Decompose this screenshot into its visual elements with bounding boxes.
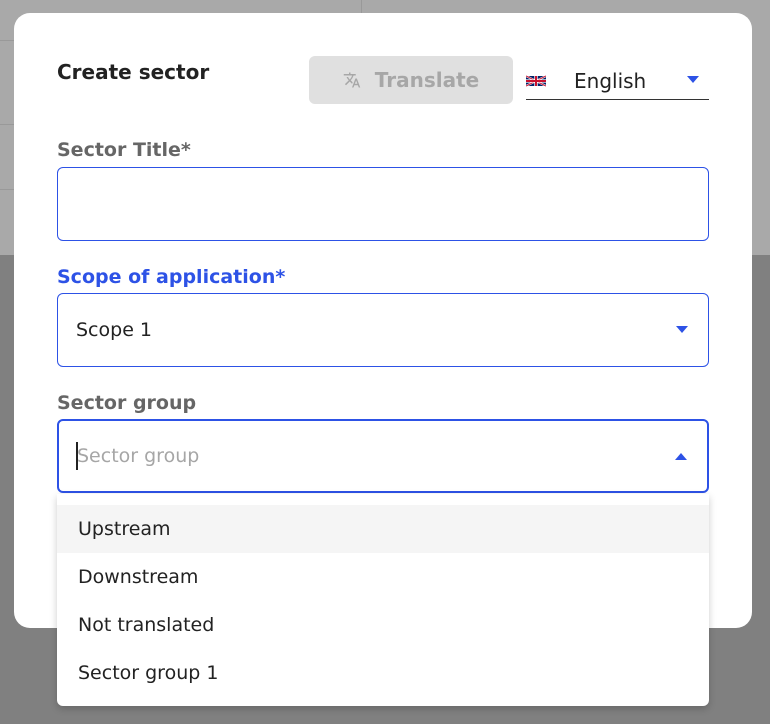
- caret-down-icon: [687, 76, 699, 83]
- sector-group-placeholder-text: Sector group: [77, 445, 200, 467]
- menu-item-downstream[interactable]: Downstream: [57, 553, 709, 601]
- translate-icon: [343, 72, 361, 88]
- menu-item-sector-group-1[interactable]: Sector group 1: [57, 649, 709, 697]
- sector-group-select[interactable]: Sector group: [57, 419, 709, 493]
- scope-select[interactable]: Scope 1: [57, 293, 709, 367]
- sector-group-placeholder: Sector group: [76, 442, 200, 470]
- sector-title-label: Sector Title*: [57, 139, 191, 161]
- sector-group-menu: Upstream Downstream Not translated Secto…: [57, 494, 709, 706]
- caret-up-icon: [675, 453, 687, 460]
- scope-label: Scope of application*: [57, 266, 286, 288]
- sector-title-input[interactable]: [57, 167, 709, 241]
- translate-button[interactable]: Translate: [309, 56, 513, 104]
- language-select[interactable]: English: [526, 63, 709, 100]
- menu-item-not-translated[interactable]: Not translated: [57, 601, 709, 649]
- scope-value: Scope 1: [76, 319, 153, 341]
- dialog-title: Create sector: [57, 60, 210, 84]
- menu-item-upstream[interactable]: Upstream: [57, 505, 709, 553]
- text-cursor: [76, 442, 78, 470]
- language-label: English: [574, 69, 647, 93]
- translate-button-label: Translate: [374, 68, 480, 92]
- sector-group-label: Sector group: [57, 392, 197, 414]
- uk-flag-icon: [526, 75, 546, 87]
- caret-down-icon: [676, 326, 688, 333]
